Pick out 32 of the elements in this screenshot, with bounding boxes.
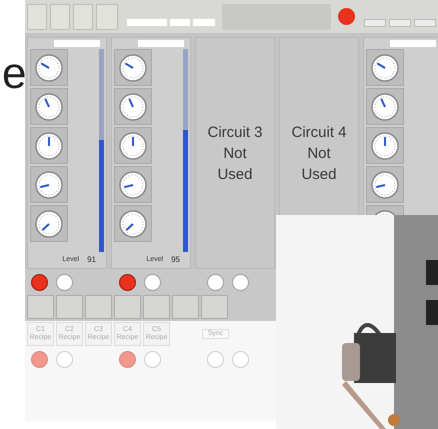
state-field <box>54 40 100 47</box>
toolbar-button[interactable] <box>414 18 436 26</box>
indicator-lamp <box>119 350 136 368</box>
purge-button[interactable] <box>27 295 54 319</box>
indicator-lamp <box>56 350 73 368</box>
purge-button[interactable] <box>143 295 170 319</box>
toolbar-button[interactable] <box>72 4 93 30</box>
heading-fragment: e <box>2 49 26 98</box>
level-reading: 91 <box>87 254 96 266</box>
purge-button[interactable] <box>114 295 141 319</box>
indicator-lamp <box>31 350 48 368</box>
alarm-lamp-icon <box>338 8 356 25</box>
purge-button[interactable] <box>201 295 228 319</box>
status-field <box>126 19 167 26</box>
state-field <box>390 40 436 47</box>
indicator-lamp <box>144 350 161 368</box>
circuit-unused-text: Circuit 3 Not Used <box>207 122 262 184</box>
indicator-lamp <box>207 350 224 368</box>
circuit-unused-text: Circuit 4 Not Used <box>291 122 346 184</box>
purge-button[interactable] <box>172 295 199 319</box>
toolbar-button[interactable] <box>27 4 47 30</box>
toolbar-button[interactable] <box>50 4 70 30</box>
purge-button[interactable] <box>56 295 83 319</box>
level-reading: 95 <box>171 254 180 266</box>
timer-field <box>170 19 190 26</box>
state-field <box>138 40 184 47</box>
toolbar-button[interactable] <box>389 18 412 26</box>
elapsed-field <box>192 19 215 26</box>
indicator-lamp <box>232 350 249 368</box>
toolbar-button[interactable] <box>96 4 118 30</box>
toolbar-button[interactable] <box>364 18 386 26</box>
purge-button[interactable] <box>85 295 112 319</box>
